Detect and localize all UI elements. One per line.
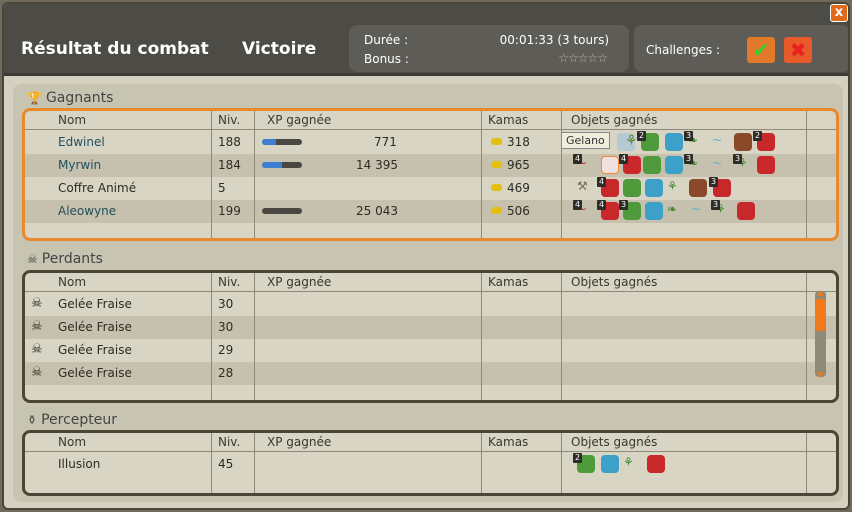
table-row[interactable]: Illusion 45 2 ⚘ xyxy=(25,453,836,476)
blue-potion-icon[interactable] xyxy=(665,133,683,151)
skull-icon: ☠ xyxy=(31,365,43,380)
scrollbar[interactable]: ▲ ▼ xyxy=(815,289,826,379)
challenge-failed-icon[interactable]: ✖ xyxy=(784,37,812,63)
losers-heading: ☠ Perdants xyxy=(27,251,103,267)
item-tooltip: Gelano xyxy=(561,132,610,149)
plant-icon[interactable]: ⚘ xyxy=(623,455,641,473)
wave-icon[interactable]: ~ xyxy=(712,156,730,174)
scroll-thumb[interactable] xyxy=(815,299,826,331)
green-potion-icon[interactable] xyxy=(643,156,661,174)
winners-heading: 🏆 Gagnants xyxy=(27,90,114,106)
challenges-label: Challenges : xyxy=(646,43,721,57)
table-row[interactable]: ☠ Gelée Fraise 30 xyxy=(25,293,836,316)
skull-icon: ☠ xyxy=(31,319,43,334)
skull-icon: ☠ xyxy=(31,342,43,357)
kamas-icon xyxy=(491,184,502,191)
duration-label: Durée : xyxy=(364,33,409,47)
red-potion-icon[interactable] xyxy=(757,156,775,174)
selected-item-icon[interactable] xyxy=(601,156,619,174)
losers-table: Nom Niv. XP gagnée Kamas Objets gagnés ☠… xyxy=(22,270,839,403)
close-button[interactable]: x xyxy=(830,4,848,22)
wave-icon[interactable]: ~ xyxy=(691,202,709,220)
kamas-icon xyxy=(491,207,502,214)
duration-panel: Durée : 00:01:33 (3 tours) Bonus : ☆☆☆☆☆ xyxy=(349,25,629,72)
window-title: Résultat du combat xyxy=(21,39,209,59)
barrel-icon[interactable] xyxy=(734,133,752,151)
table-row[interactable]: ☠ Gelée Fraise 29 xyxy=(25,339,836,362)
kamas-icon xyxy=(491,138,502,145)
combat-result: Victoire xyxy=(242,39,317,59)
wave-icon[interactable]: ~ xyxy=(712,133,730,151)
red-potion-icon[interactable] xyxy=(647,455,665,473)
winners-table: Nom Niv. XP gagnée Kamas Objets gagnés E… xyxy=(22,108,839,241)
blue-potion-icon[interactable] xyxy=(645,179,663,197)
table-row[interactable]: Edwinel 188 771 318 ⚘ 2 ❧ 3 ~ 2 Gelano xyxy=(25,131,836,154)
tool-icon[interactable]: ⚒ xyxy=(577,179,595,197)
trophy-icon: 🏆 xyxy=(27,91,42,105)
xp-bar xyxy=(262,139,302,145)
barrel-icon[interactable] xyxy=(689,179,707,197)
bag-icon: ⚱ xyxy=(27,413,38,427)
table-row[interactable]: Coffre Animé 5 469 ⚒ 4 ⚘ 3 xyxy=(25,177,836,200)
challenges-panel: Challenges : ✔ ✖ xyxy=(634,25,848,72)
challenge-success-icon[interactable]: ✔ xyxy=(747,37,775,63)
collector-heading: ⚱ Percepteur xyxy=(27,412,117,428)
header-bar: Résultat du combat Victoire Durée : 00:0… xyxy=(4,4,848,76)
combat-result-window: Résultat du combat Victoire Durée : 00:0… xyxy=(2,2,850,510)
leaf-icon[interactable]: ❧ xyxy=(667,202,685,220)
table-row[interactable]: ☠ Gelée Fraise 28 xyxy=(25,362,836,385)
blue-potion-icon[interactable] xyxy=(645,202,663,220)
kamas-icon xyxy=(491,161,502,168)
scroll-down-arrow[interactable]: ▼ xyxy=(815,371,826,379)
blue-potion-icon[interactable] xyxy=(665,156,683,174)
xp-bar xyxy=(262,208,302,214)
table-row[interactable]: Aleowyne 199 25 043 506 ~ 4 4 3 ❧ ~ ⚘ 3 xyxy=(25,200,836,223)
blue-potion-icon[interactable] xyxy=(601,455,619,473)
bonus-label: Bonus : xyxy=(364,52,409,66)
plant-icon[interactable]: ⚘ xyxy=(667,179,685,197)
table-row[interactable]: ☠ Gelée Fraise 30 xyxy=(25,316,836,339)
green-potion-icon[interactable] xyxy=(623,179,641,197)
table-row[interactable]: Myrwin 184 14 395 965 ~ 4 4 ❧ 3 ~ ⚘ 3 xyxy=(25,154,836,177)
results-content: 🏆 Gagnants Nom Niv. XP gagnée Kamas Objet… xyxy=(13,84,843,502)
skull-icon: ☠ xyxy=(27,252,38,266)
xp-bar xyxy=(262,162,302,168)
duration-value: 00:01:33 (3 tours) xyxy=(499,33,609,47)
red-potion-icon[interactable] xyxy=(737,202,755,220)
collector-table: Nom Niv. XP gagnée Kamas Objets gagnés I… xyxy=(22,430,839,496)
skull-icon: ☠ xyxy=(31,296,43,311)
bonus-stars: ☆☆☆☆☆ xyxy=(558,51,608,65)
scroll-up-arrow[interactable]: ▲ xyxy=(815,289,826,297)
